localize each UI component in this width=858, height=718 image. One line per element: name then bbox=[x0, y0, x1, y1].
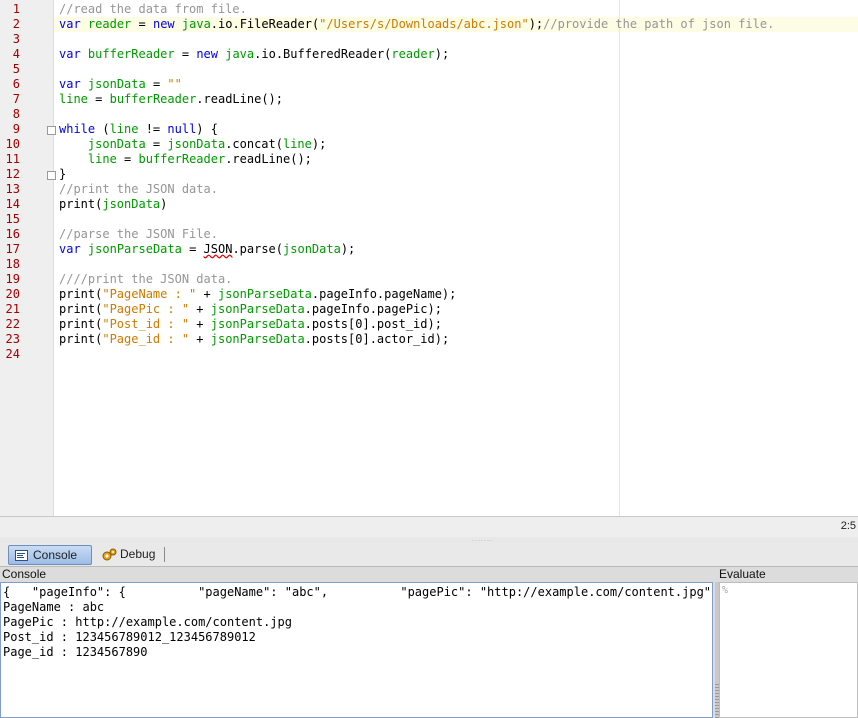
line-number: 17 bbox=[5, 242, 20, 256]
console-output-line: PagePic : http://example.com/content.jpg bbox=[3, 615, 292, 629]
line-number: 2 bbox=[12, 17, 20, 31]
line-number: 16 bbox=[5, 227, 20, 241]
code-line: while (line != null) { bbox=[59, 122, 218, 136]
code-line: //parse the JSON File. bbox=[59, 227, 218, 241]
console-output-line: Page_id : 1234567890 bbox=[3, 645, 148, 659]
tab-separator bbox=[164, 547, 165, 562]
cursor-position: 2:5 bbox=[840, 520, 856, 532]
tab-console[interactable]: Console bbox=[8, 545, 92, 565]
line-number: 1 bbox=[12, 2, 20, 16]
debug-icon bbox=[102, 548, 117, 567]
line-number: 21 bbox=[5, 302, 20, 316]
code-line: ////print the JSON data. bbox=[59, 272, 233, 286]
console-output-line: Post_id : 123456789012_123456789012 bbox=[3, 630, 256, 644]
code-line: print("PagePic : " + jsonParseData.pageI… bbox=[59, 302, 442, 316]
code-line: var jsonParseData = JSON.parse(jsonData)… bbox=[59, 242, 356, 256]
line-number: 22 bbox=[5, 317, 20, 331]
console-output[interactable]: { "pageInfo": { "pageName": "abc", "page… bbox=[0, 582, 713, 718]
fold-toggle-icon[interactable] bbox=[47, 126, 56, 135]
line-number: 4 bbox=[12, 47, 20, 61]
line-number: 20 bbox=[5, 287, 20, 301]
line-number: 15 bbox=[5, 212, 20, 226]
console-output-line: { "pageInfo": { "pageName": "abc", "page… bbox=[3, 585, 713, 599]
code-line: print("PageName : " + jsonParseData.page… bbox=[59, 287, 457, 301]
right-margin-guide bbox=[619, 0, 620, 516]
output-tab-bar: Console Debug bbox=[0, 543, 858, 567]
line-number: 18 bbox=[5, 257, 20, 271]
line-number: 11 bbox=[5, 152, 20, 166]
code-line: line = bufferReader.readLine(); bbox=[59, 92, 283, 106]
line-number: 19 bbox=[5, 272, 20, 286]
line-number: 13 bbox=[5, 182, 20, 196]
console-icon bbox=[15, 549, 28, 567]
code-line: jsonData = jsonData.concat(line); bbox=[87, 137, 327, 151]
console-title: Console bbox=[2, 567, 47, 581]
evaluate-prompt: % bbox=[722, 585, 729, 596]
code-line: //print the JSON data. bbox=[59, 182, 218, 196]
console-output-line: PageName : abc bbox=[3, 600, 105, 614]
code-line: print(jsonData) bbox=[59, 197, 168, 211]
line-number: 14 bbox=[5, 197, 20, 211]
line-number: 5 bbox=[12, 62, 20, 76]
code-line: print("Post_id : " + jsonParseData.posts… bbox=[59, 317, 442, 331]
evaluate-title: Evaluate bbox=[719, 567, 766, 581]
editor-status-bar: 2:5 bbox=[0, 516, 858, 537]
comment: //read the data from file. bbox=[59, 2, 247, 16]
line-number: 9 bbox=[12, 122, 20, 136]
code-line: var jsonData = "" bbox=[59, 77, 182, 91]
line-number: 10 bbox=[5, 137, 20, 151]
line-number: 24 bbox=[5, 347, 20, 361]
line-number: 23 bbox=[5, 332, 20, 346]
line-number: 6 bbox=[12, 77, 20, 91]
tab-debug-label: Debug bbox=[120, 547, 156, 561]
code-line: var reader = new java.io.FileReader("/Us… bbox=[59, 17, 775, 31]
code-line: line = bufferReader.readLine(); bbox=[87, 152, 312, 166]
tab-console-label: Console bbox=[33, 548, 78, 562]
line-number-gutter: 1 2 3 4 5 6 7 8 9 10 11 12 13 14 15 16 1… bbox=[0, 0, 56, 516]
error-squiggle: JSON bbox=[203, 242, 233, 256]
code-line: //read the data from file. bbox=[59, 2, 247, 17]
code-line: var bufferReader = new java.io.BufferedR… bbox=[59, 47, 450, 61]
tab-debug[interactable]: Debug bbox=[96, 545, 162, 563]
line-number: 12 bbox=[5, 167, 20, 181]
fold-toggle-icon[interactable] bbox=[47, 171, 56, 180]
line-number: 7 bbox=[12, 92, 20, 106]
code-line: } bbox=[59, 167, 67, 181]
evaluate-input[interactable]: % bbox=[719, 582, 858, 718]
line-number: 8 bbox=[12, 107, 20, 121]
code-editor[interactable]: 1 2 3 4 5 6 7 8 9 10 11 12 13 14 15 16 1… bbox=[0, 0, 858, 516]
bottom-panes: Console Evaluate { "pageInfo": { "pageNa… bbox=[0, 567, 858, 718]
code-line: print("Page_id : " + jsonParseData.posts… bbox=[59, 332, 450, 346]
line-number: 3 bbox=[12, 32, 20, 46]
